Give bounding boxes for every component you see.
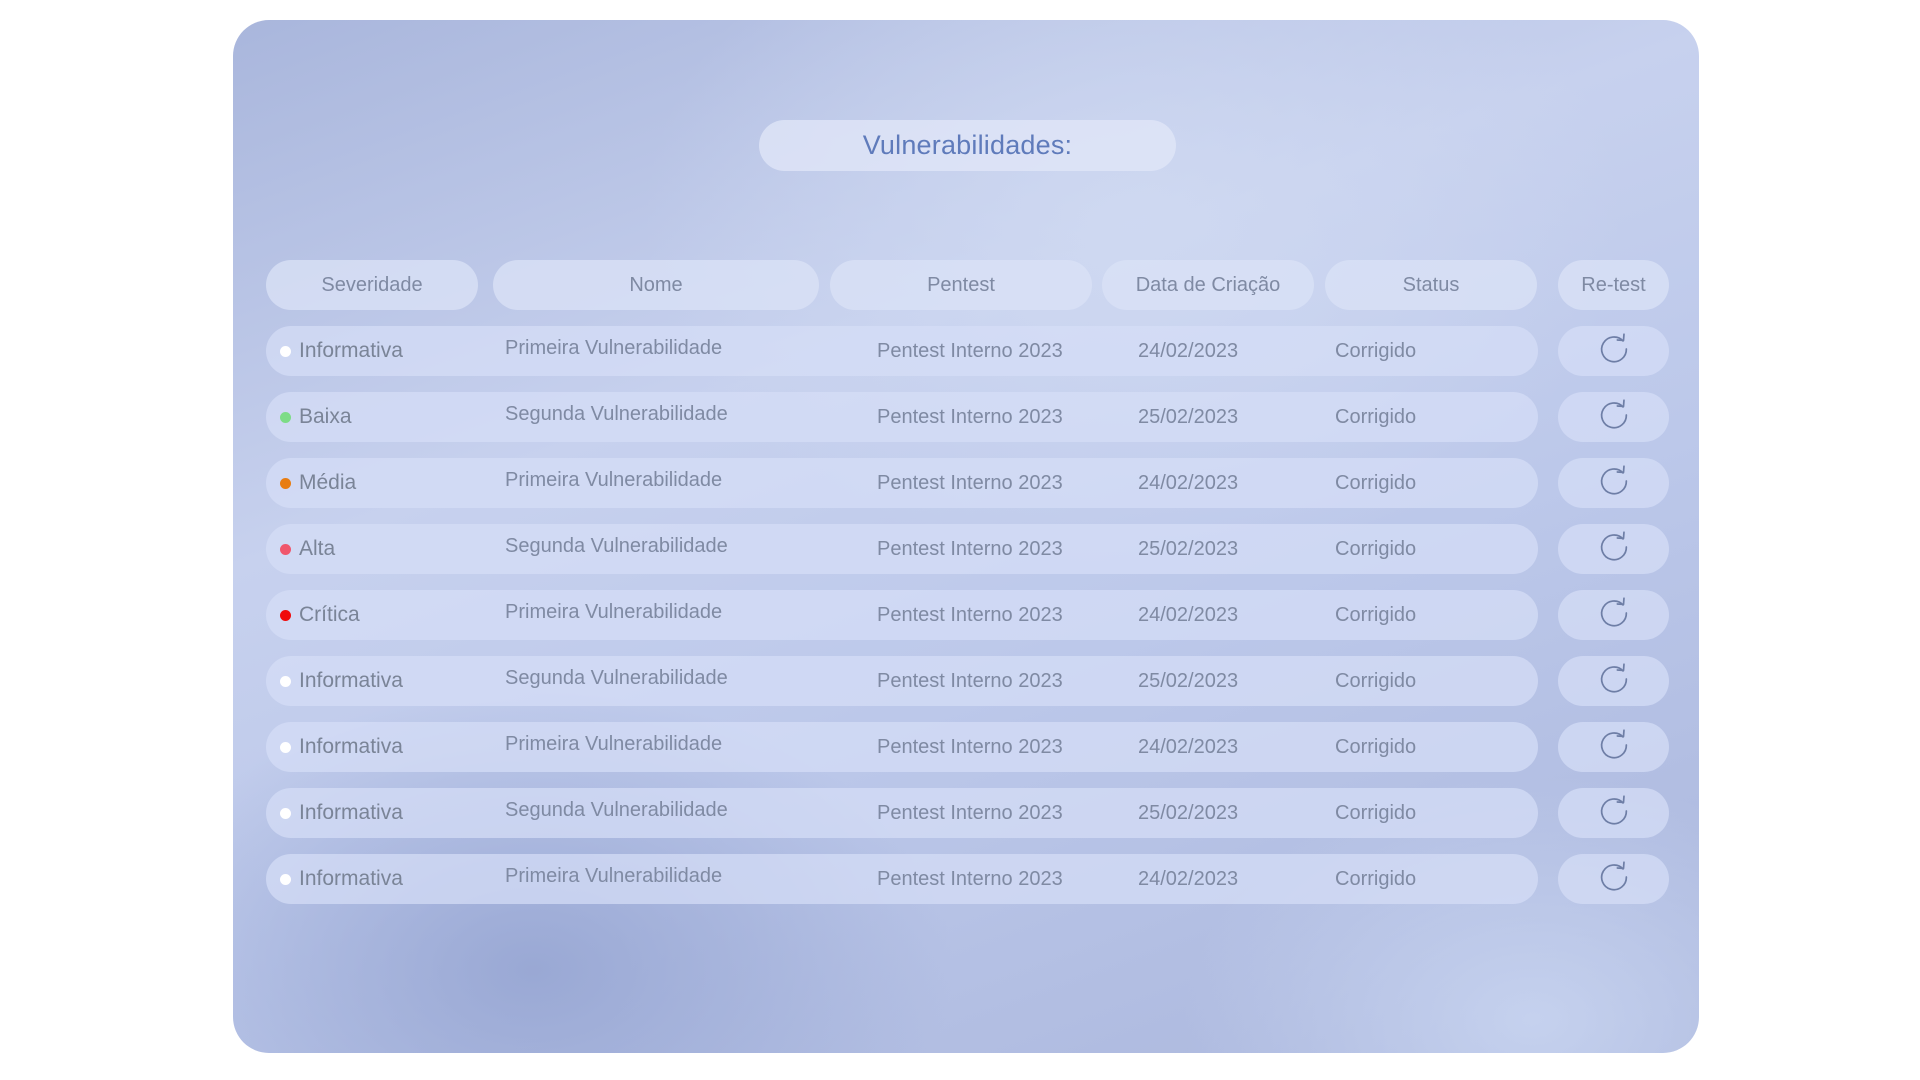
table-row[interactable]: Crítica Primeira Vulnerabilidade Pentest I… <box>266 590 1538 640</box>
pentest-cell: Pentest Interno 2023 <box>877 801 1063 824</box>
creation-date-cell: 25/02/2023 <box>1138 669 1239 692</box>
status-cell: Corrigido <box>1335 735 1417 758</box>
severity-dot-icon <box>280 477 291 489</box>
status-cell: Corrigido <box>1335 471 1417 494</box>
status-cell: Corrigido <box>1335 405 1417 428</box>
refresh-icon <box>1595 396 1633 439</box>
vulnerability-name-cell: Primeira Vulnerabilidade <box>505 600 723 623</box>
severity-label: Alta <box>299 537 336 560</box>
vulnerabilities-panel: Vulnerabilidades: Severidade Nome Pentes… <box>233 20 1699 1053</box>
table-row[interactable]: Informativa Segunda Vulnerabilidade Pentes… <box>266 788 1538 838</box>
refresh-icon <box>1595 528 1633 571</box>
severity-label: Média <box>299 471 357 494</box>
table-row[interactable]: Baixa Segunda Vulnerabilidade Pentest Inte… <box>266 392 1538 442</box>
refresh-icon <box>1595 858 1633 901</box>
pentest-cell: Pentest Interno 2023 <box>877 603 1063 626</box>
severity-dot-icon <box>280 609 291 621</box>
vulnerability-name-cell: Primeira Vulnerabilidade <box>505 336 723 359</box>
severity-cell: Crítica <box>280 590 360 640</box>
status-cell: Corrigido <box>1335 867 1417 890</box>
pentest-cell: Pentest Interno 2023 <box>877 537 1063 560</box>
retest-button[interactable] <box>1558 854 1669 904</box>
table-row[interactable]: Informativa Primeira Vulnerabilidade Pente… <box>266 854 1538 904</box>
severity-dot-icon <box>280 543 291 555</box>
severity-label: Baixa <box>299 405 352 428</box>
status-cell: Corrigido <box>1335 801 1417 824</box>
severity-dot-icon <box>280 411 291 423</box>
refresh-icon <box>1595 594 1633 637</box>
refresh-icon <box>1595 660 1633 703</box>
severity-label: Informativa <box>299 735 403 758</box>
vulnerability-name-cell: Segunda Vulnerabilidade <box>505 534 728 557</box>
retest-button[interactable] <box>1558 524 1669 574</box>
vulnerability-name-cell: Segunda Vulnerabilidade <box>505 798 728 821</box>
vulnerability-name-cell: Primeira Vulnerabilidade <box>505 732 723 755</box>
severity-label: Informativa <box>299 801 403 824</box>
retest-button[interactable] <box>1558 656 1669 706</box>
column-header-severidade[interactable]: Severidade <box>266 260 478 310</box>
severity-label: Informativa <box>299 339 403 362</box>
table-row[interactable]: Alta Segunda Vulnerabilidade Pentest Inter… <box>266 524 1538 574</box>
creation-date-cell: 24/02/2023 <box>1138 471 1239 494</box>
retest-button[interactable] <box>1558 458 1669 508</box>
severity-cell: Informativa <box>280 854 403 904</box>
severity-dot-icon <box>280 345 291 357</box>
severity-cell: Informativa <box>280 722 403 772</box>
vulnerability-name-cell: Primeira Vulnerabilidade <box>505 864 723 887</box>
pentest-cell: Pentest Interno 2023 <box>877 867 1063 890</box>
refresh-icon <box>1595 330 1633 373</box>
refresh-icon <box>1595 792 1633 835</box>
table-row[interactable]: Informativa Segunda Vulnerabilidade Pentes… <box>266 656 1538 706</box>
severity-dot-icon <box>280 741 291 753</box>
severity-label: Informativa <box>299 867 403 890</box>
column-header-nome[interactable]: Nome <box>493 260 819 310</box>
vulnerability-name-cell: Primeira Vulnerabilidade <box>505 468 723 491</box>
pentest-cell: Pentest Interno 2023 <box>877 669 1063 692</box>
creation-date-cell: 24/02/2023 <box>1138 339 1239 362</box>
creation-date-cell: 25/02/2023 <box>1138 405 1239 428</box>
column-header-data-criacao[interactable]: Data de Criação <box>1102 260 1314 310</box>
severity-cell: Alta <box>280 524 335 574</box>
retest-button[interactable] <box>1558 788 1669 838</box>
severity-dot-icon <box>280 675 291 687</box>
severity-cell: Média <box>280 458 356 508</box>
severity-cell: Baixa <box>280 392 352 442</box>
severity-dot-icon <box>280 807 291 819</box>
status-cell: Corrigido <box>1335 603 1417 626</box>
creation-date-cell: 25/02/2023 <box>1138 801 1239 824</box>
pentest-cell: Pentest Interno 2023 <box>877 735 1063 758</box>
creation-date-cell: 25/02/2023 <box>1138 537 1239 560</box>
refresh-icon <box>1595 726 1633 769</box>
status-cell: Corrigido <box>1335 537 1417 560</box>
severity-label: Informativa <box>299 669 403 692</box>
creation-date-cell: 24/02/2023 <box>1138 735 1239 758</box>
severity-cell: Informativa <box>280 788 403 838</box>
column-header-retest[interactable]: Re-test <box>1558 260 1669 310</box>
vulnerability-name-cell: Segunda Vulnerabilidade <box>505 402 728 425</box>
table-row[interactable]: Média Primeira Vulnerabilidade Pentest Int… <box>266 458 1538 508</box>
retest-button[interactable] <box>1558 722 1669 772</box>
table-row[interactable]: Informativa Primeira Vulnerabilidade Pente… <box>266 722 1538 772</box>
pentest-cell: Pentest Interno 2023 <box>877 339 1063 362</box>
severity-dot-icon <box>280 873 291 885</box>
page-title: Vulnerabilidades: <box>759 120 1176 171</box>
column-header-pentest[interactable]: Pentest <box>830 260 1092 310</box>
pentest-cell: Pentest Interno 2023 <box>877 471 1063 494</box>
status-cell: Corrigido <box>1335 669 1417 692</box>
status-cell: Corrigido <box>1335 339 1417 362</box>
retest-button[interactable] <box>1558 590 1669 640</box>
creation-date-cell: 24/02/2023 <box>1138 603 1239 626</box>
refresh-icon <box>1595 462 1633 505</box>
table-row[interactable]: Informativa Primeira Vulnerabilidade Pente… <box>266 326 1538 376</box>
vulnerability-name-cell: Segunda Vulnerabilidade <box>505 666 728 689</box>
creation-date-cell: 24/02/2023 <box>1138 867 1239 890</box>
retest-button[interactable] <box>1558 326 1669 376</box>
column-header-status[interactable]: Status <box>1325 260 1537 310</box>
pentest-cell: Pentest Interno 2023 <box>877 405 1063 428</box>
retest-button[interactable] <box>1558 392 1669 442</box>
severity-label: Crítica <box>299 603 360 626</box>
severity-cell: Informativa <box>280 326 403 376</box>
severity-cell: Informativa <box>280 656 403 706</box>
